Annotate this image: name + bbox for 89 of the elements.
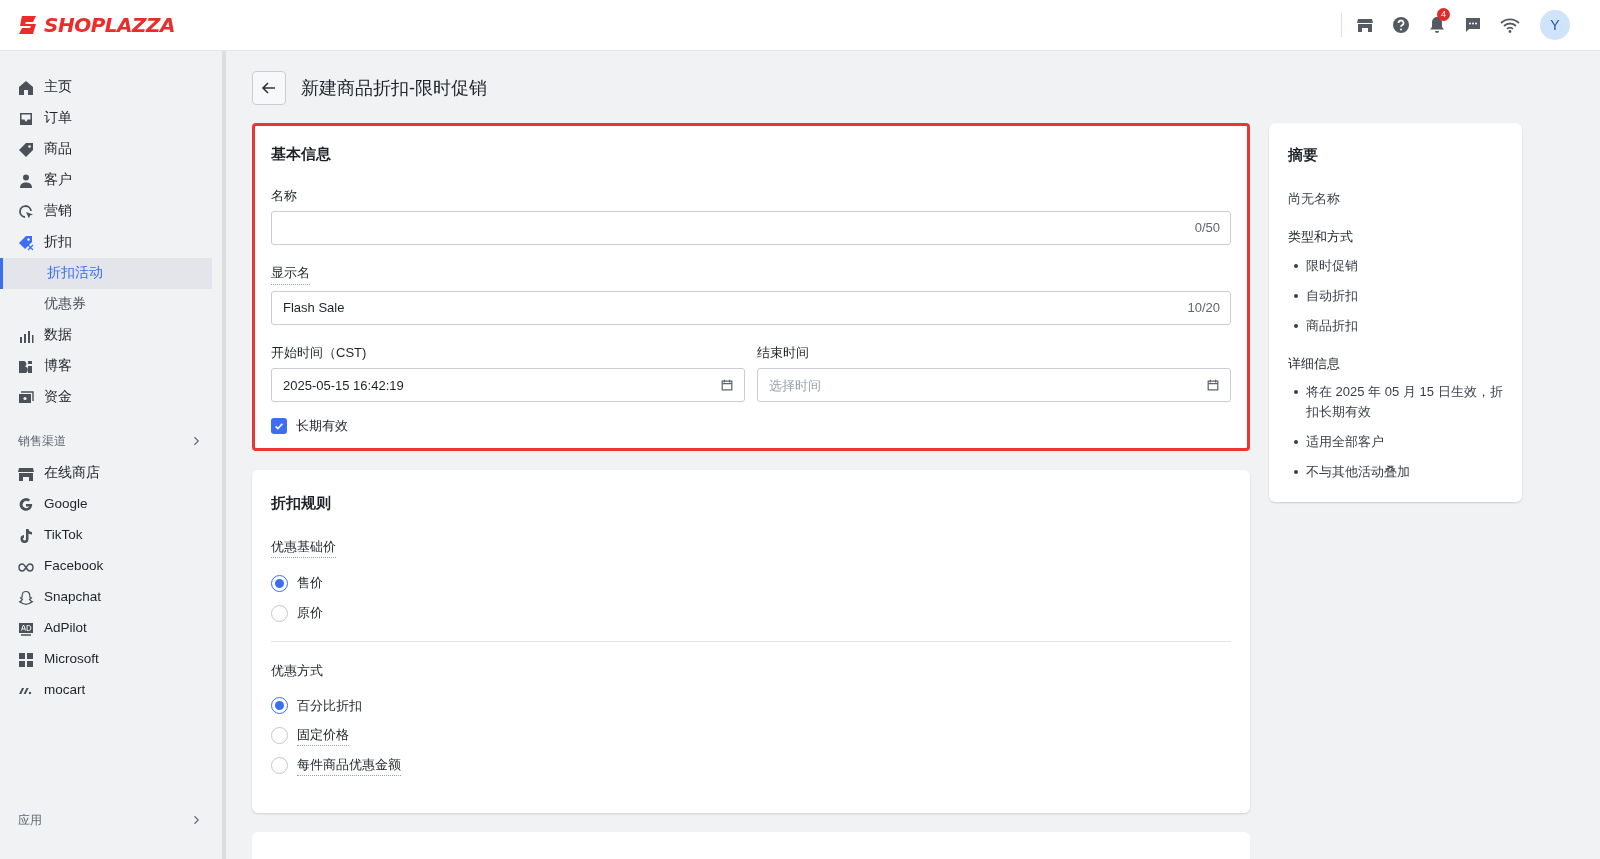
summary-item: 适用全部客户 [1306,433,1384,452]
bullet-icon [1294,323,1298,328]
back-arrow-icon [261,80,277,96]
bullet-icon [1294,263,1298,268]
radio-option[interactable]: 原价 [271,604,323,622]
radio-button[interactable] [271,727,288,744]
help-icon[interactable] [1392,16,1410,34]
field-label: 优惠方式 [271,662,323,680]
person-icon [18,172,34,189]
summary-item: 不与其他活动叠加 [1306,463,1410,482]
brand-logo-text: SHOPLAZZA [44,12,175,39]
calendar-icon [720,378,734,393]
field-label: 显示名 [271,263,310,285]
nav-item[interactable]: Snapchat [0,582,222,613]
bullet-icon [1294,440,1298,445]
radio-button[interactable] [271,757,288,774]
field-label: 名称 [271,186,297,205]
summary-item: 自动折扣 [1306,286,1358,305]
field-label: 结束时间 [757,343,809,362]
summary-section-title: 详细信息 [1288,354,1341,373]
bullet-icon [1294,470,1298,475]
wallet-icon [18,389,34,406]
ghost-icon [18,589,34,606]
radio-button[interactable] [271,604,288,622]
radio-option[interactable]: 每件商品优惠金额 [271,756,401,775]
card-title: 摘要 [1288,146,1319,165]
chat-icon[interactable] [1464,16,1482,34]
nav-item[interactable]: 博客 [0,351,222,382]
store-icon [18,465,34,482]
summary-name: 尚无名称 [1288,189,1341,208]
radio-button[interactable] [271,574,288,592]
text-input-field[interactable] [271,211,1231,246]
store-icon[interactable] [1356,16,1374,34]
section-header[interactable]: 销售渠道 [0,427,222,455]
inbox-icon [18,110,34,127]
radio-option[interactable]: 售价 [271,574,323,592]
summary-section-title: 类型和方式 [1288,228,1354,247]
music-note-icon [18,527,34,544]
char-counter: 0/50 [1194,220,1220,237]
card-title: 基本信息 [271,145,332,164]
summary-item: 限时促销 [1306,256,1358,275]
blog-icon [18,358,34,375]
nav-item[interactable]: 折扣 [0,227,222,258]
target-cursor-icon [18,203,34,220]
nav-item[interactable]: 营销 [0,196,222,227]
four-squares-icon [18,651,34,668]
nav-item[interactable]: Microsoft [0,644,222,675]
nav-item[interactable]: 主页 [0,72,222,103]
radio-option[interactable]: 固定价格 [271,726,349,745]
calendar-icon [1206,378,1220,393]
summary-item: 将在 2025 年 05 月 15 日生效，折扣长期有效 [1306,383,1503,422]
nav-item[interactable]: 数据 [0,320,222,351]
long-term-checkbox[interactable]: 长期有效 [271,416,1231,436]
home-icon [18,79,34,96]
notification-badge: 4 [1437,8,1450,21]
card-title: 折扣规则 [271,493,332,513]
nav-item[interactable]: AdPilot [0,613,222,644]
nav-item[interactable]: mocart [0,675,222,706]
wifi-icon[interactable] [1500,16,1520,34]
nav-item[interactable]: 商品 [0,134,222,165]
discount-tag-icon [18,234,34,251]
summary-item: 商品折扣 [1306,316,1358,335]
g-letter-icon [18,496,34,513]
bullet-icon [1294,293,1298,298]
nav-item[interactable]: 订单 [0,103,222,134]
notification-bell-icon[interactable] [1428,16,1446,34]
checkbox-box[interactable] [271,418,287,434]
date-input-field[interactable]: 2025-05-15 16:42:19 [271,368,745,403]
nav-subitem[interactable]: 折扣活动 [0,258,212,289]
nav-item[interactable]: 客户 [0,165,222,196]
date-input-field[interactable]: 选择时间 [757,368,1231,403]
nav-item[interactable]: Google [0,489,222,520]
field-label: 开始时间（CST) [271,343,367,362]
section-header[interactable]: 应用 [0,806,222,834]
nav-item[interactable]: 在线商店 [0,458,222,489]
radio-button[interactable] [271,697,288,714]
user-avatar[interactable]: Y [1540,10,1570,40]
back-button[interactable] [252,71,286,105]
tag-icon [18,141,34,158]
char-counter: 10/20 [1187,299,1220,316]
nav-item[interactable]: 资金 [0,382,222,413]
field-label: 优惠基础价 [271,536,336,558]
radio-option[interactable]: 百分比折扣 [271,696,362,715]
ad-screen-icon [18,620,34,637]
nav-subitem[interactable]: 优惠券 [0,289,212,320]
bullet-icon [1294,390,1298,395]
nav-item[interactable]: Facebook [0,551,222,582]
page-title: 新建商品折扣-限时促销 [301,76,487,100]
nav-item[interactable]: TikTok [0,520,222,551]
